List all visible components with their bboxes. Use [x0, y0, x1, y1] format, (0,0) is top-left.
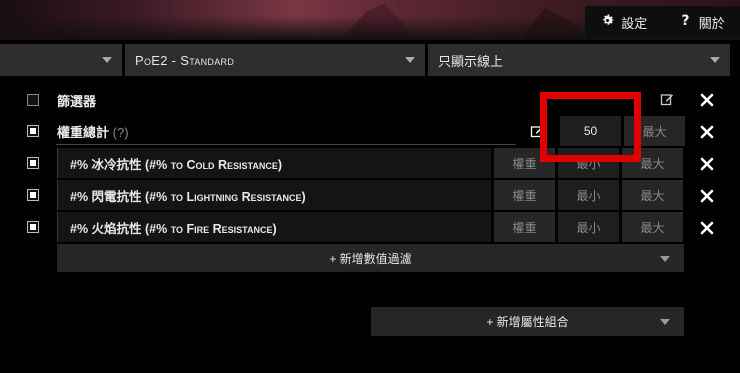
category-dropdown[interactable] [0, 44, 122, 76]
add-stat-filter-label: + 新增數值過濾 [329, 251, 412, 266]
weight-sum-max-input[interactable]: 最大 [624, 116, 685, 146]
about-button[interactable]: ? 關於 [678, 13, 725, 32]
filters-checkbox[interactable] [27, 94, 39, 106]
settings-label: 設定 [621, 15, 648, 31]
online-status-dropdown[interactable]: 只顯示線上 [428, 44, 730, 76]
weight-sum-checkbox[interactable] [27, 125, 39, 137]
weight-input[interactable]: 權重 [494, 180, 555, 210]
filters-label: 篩選器 [57, 94, 97, 109]
chevron-down-icon [660, 256, 670, 262]
min-input[interactable]: 最小 [558, 212, 619, 242]
weight-sum-text: 權重總計 [57, 125, 110, 140]
stat-row-checkbox[interactable] [27, 221, 39, 233]
stat-name: #% 火焰抗性 (#% to Fire Resistance) [57, 212, 491, 242]
add-stat-filter-button[interactable]: + 新增數值過濾 [57, 244, 684, 272]
min-input[interactable]: 最小 [558, 148, 619, 178]
question-icon: ? [678, 13, 693, 31]
stat-row: #% 閃電抗性 (#% to Lightning Resistance) 權重 … [57, 180, 683, 210]
filter-bar: PoE2 - Standard 只顯示線上 [0, 44, 730, 76]
close-icon[interactable] [700, 93, 714, 107]
weight-sum-label: 權重總計 (?) [57, 122, 129, 141]
max-input[interactable]: 最大 [622, 148, 683, 178]
chevron-down-icon [710, 57, 720, 63]
stat-row-checkbox[interactable] [27, 189, 39, 201]
close-icon[interactable] [700, 125, 714, 139]
max-input[interactable]: 最大 [622, 180, 683, 210]
add-property-group-button[interactable]: + 新增屬性組合 [371, 307, 684, 336]
divider [56, 144, 516, 145]
svg-text:?: ? [681, 13, 689, 28]
edit-icon[interactable] [530, 124, 544, 138]
stat-name: #% 閃電抗性 (#% to Lightning Resistance) [57, 180, 491, 210]
max-input[interactable]: 最大 [622, 212, 683, 242]
edit-icon[interactable] [660, 92, 674, 106]
min-input[interactable]: 最小 [558, 180, 619, 210]
close-icon[interactable] [700, 157, 714, 171]
stat-row-checkbox[interactable] [27, 157, 39, 169]
close-icon[interactable] [700, 221, 714, 235]
add-property-group-label: + 新增屬性組合 [486, 315, 569, 329]
about-label: 關於 [698, 15, 725, 31]
stat-row: #% 冰冷抗性 (#% to Cold Resistance) 權重 最小 最大 [57, 148, 683, 178]
chevron-down-icon [405, 57, 415, 63]
chevron-down-icon [660, 319, 670, 325]
league-value: PoE2 - Standard [135, 52, 235, 68]
settings-button[interactable]: 設定 [600, 13, 647, 32]
top-menu: 設定 ? 關於 [585, 6, 740, 38]
gear-icon [600, 13, 615, 31]
close-icon[interactable] [700, 189, 714, 203]
weight-input[interactable]: 權重 [494, 212, 555, 242]
chevron-down-icon [102, 57, 112, 63]
weight-input[interactable]: 權重 [494, 148, 555, 178]
online-status-value: 只顯示線上 [438, 53, 504, 69]
weight-sum-min-input[interactable]: 50 [560, 116, 621, 146]
stat-row: #% 火焰抗性 (#% to Fire Resistance) 權重 最小 最大 [57, 212, 683, 242]
stat-name: #% 冰冷抗性 (#% to Cold Resistance) [57, 148, 491, 178]
league-dropdown[interactable]: PoE2 - Standard [125, 44, 425, 76]
help-tooltip-icon[interactable]: (?) [113, 125, 129, 140]
